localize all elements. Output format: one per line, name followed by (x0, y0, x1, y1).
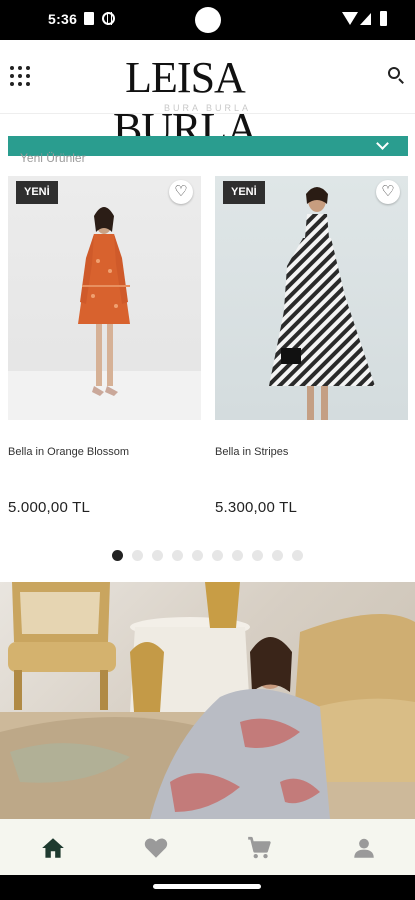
new-badge: YENİ (223, 181, 265, 204)
pager-dot[interactable] (112, 550, 123, 561)
status-bar: 5:36 (0, 0, 415, 40)
product-price: 5.300,00 TL (215, 499, 297, 516)
globe-icon (102, 12, 115, 25)
product-image[interactable]: YENİ ♡ (8, 176, 201, 420)
pager-dot[interactable] (132, 550, 143, 561)
product-card[interactable]: YENİ ♡ Bella in Orange Blossom 5.000,00 … (8, 176, 201, 531)
user-icon[interactable] (351, 835, 377, 861)
carousel-pager[interactable] (112, 550, 303, 561)
heart-outline-icon[interactable]: ♡ (169, 180, 193, 204)
signal-icon (360, 13, 371, 25)
wifi-icon (342, 12, 358, 25)
product-price: 5.000,00 TL (8, 499, 90, 516)
model-photo (269, 187, 375, 420)
product-name[interactable]: Bella in Stripes (215, 446, 288, 458)
home-gesture-pill[interactable] (153, 884, 261, 889)
pager-dot[interactable] (272, 550, 283, 561)
heart-outline-icon[interactable]: ♡ (376, 180, 400, 204)
pager-dot[interactable] (212, 550, 223, 561)
pager-dot[interactable] (232, 550, 243, 561)
bottom-navigation (0, 819, 415, 875)
faded-section-heading: BURA BURLA (163, 103, 252, 113)
home-icon[interactable] (40, 835, 66, 861)
chevron-down-icon[interactable] (376, 137, 389, 150)
camera-cutout (195, 7, 221, 33)
pager-dot[interactable] (192, 550, 203, 561)
pager-dot[interactable] (152, 550, 163, 561)
new-badge: YENİ (16, 181, 58, 204)
model-photo (8, 207, 201, 420)
product-card[interactable]: YENİ ♡ Bella in Stripes 5.300,00 TL (215, 176, 408, 531)
pager-dot[interactable] (292, 550, 303, 561)
filter-label: Yeni Ürünler (20, 151, 86, 165)
battery-icon (380, 11, 387, 26)
product-image[interactable]: YENİ ♡ (215, 176, 408, 420)
sd-card-icon (84, 12, 94, 25)
banner-photo (0, 582, 415, 819)
app-screen: 5:36 LEISA BURLA BURA BURLA Yeni Ürünler (0, 0, 415, 900)
campaign-banner[interactable] (0, 582, 415, 819)
grid-menu-icon[interactable] (10, 66, 30, 86)
search-icon[interactable] (388, 67, 404, 84)
pager-dot[interactable] (172, 550, 183, 561)
heart-icon[interactable] (143, 835, 169, 861)
cart-icon[interactable] (246, 835, 272, 861)
system-gesture-bar (0, 875, 415, 900)
pager-dot[interactable] (252, 550, 263, 561)
product-name[interactable]: Bella in Orange Blossom (8, 446, 129, 458)
status-time: 5:36 (48, 11, 78, 27)
